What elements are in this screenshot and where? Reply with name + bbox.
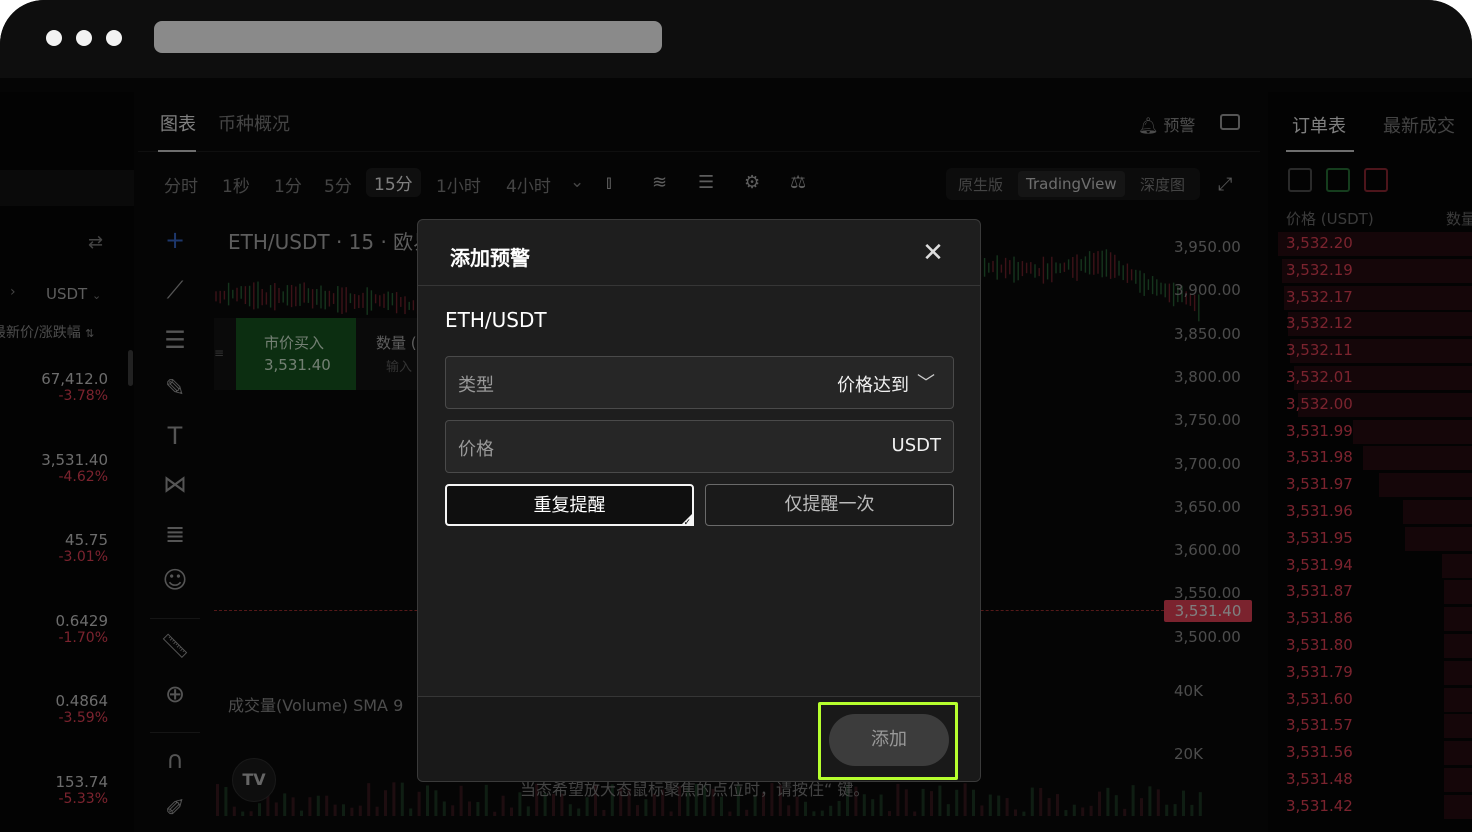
check-icon: ✓ bbox=[683, 518, 691, 528]
address-bar[interactable] bbox=[154, 21, 662, 53]
window-minimize-dot[interactable] bbox=[76, 30, 92, 46]
repeat-alert-option[interactable]: 重复提醒 ✓ bbox=[445, 484, 694, 528]
dialog-title: 添加预警 bbox=[450, 246, 530, 270]
alert-type-select[interactable]: 类型 价格达到 ﹀ bbox=[445, 356, 954, 409]
once-alert-option[interactable]: 仅提醒一次 bbox=[705, 484, 954, 526]
dialog-divider bbox=[418, 285, 980, 286]
browser-titlebar bbox=[0, 0, 1472, 78]
window-close-dot[interactable] bbox=[46, 30, 62, 46]
add-alert-button[interactable]: 添加 bbox=[829, 714, 949, 766]
alert-type-label: 类型 bbox=[458, 375, 494, 396]
window-maximize-dot[interactable] bbox=[106, 30, 122, 46]
once-alert-label: 仅提醒一次 bbox=[784, 494, 875, 515]
chevron-down-icon: ﹀ bbox=[917, 373, 935, 394]
price-input[interactable] bbox=[546, 431, 846, 463]
price-label: 价格 bbox=[458, 439, 494, 460]
alert-symbol: ETH/USDT bbox=[445, 308, 547, 332]
price-unit: USDT bbox=[891, 435, 941, 456]
add-alert-dialog: 添加预警 ✕ ETH/USDT 类型 价格达到 ﹀ 价格 USDT 重复提醒 ✓… bbox=[417, 219, 981, 782]
repeat-alert-label: 重复提醒 bbox=[533, 495, 606, 516]
price-field[interactable]: 价格 USDT bbox=[445, 420, 954, 473]
alert-type-value: 价格达到 bbox=[837, 375, 909, 396]
close-icon[interactable]: ✕ bbox=[918, 238, 948, 268]
